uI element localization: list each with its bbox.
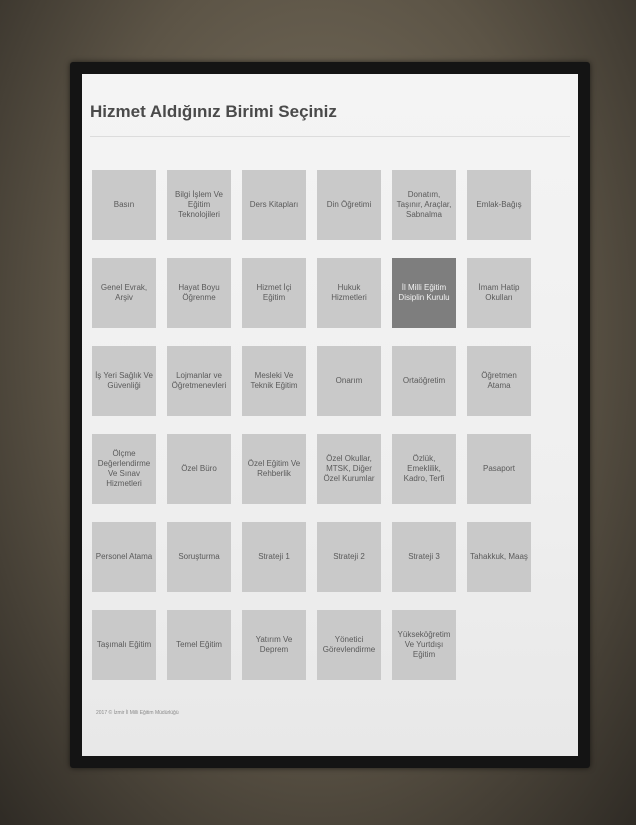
unit-tile[interactable]: Hukuk Hizmetleri <box>317 258 381 328</box>
unit-tile[interactable]: Temel Eğitim <box>167 610 231 680</box>
unit-tile[interactable]: Din Öğretimi <box>317 170 381 240</box>
unit-tile[interactable]: Hizmet İçi Eğitim <box>242 258 306 328</box>
kiosk-screen: Hizmet Aldığınız Birimi Seçiniz Basın Bil… <box>82 74 578 756</box>
unit-tile[interactable]: Hayat Boyu Öğrenme <box>167 258 231 328</box>
unit-tile[interactable]: Özlük, Emeklilik, Kadro, Terfi <box>392 434 456 504</box>
unit-tile[interactable]: Strateji 2 <box>317 522 381 592</box>
unit-tile[interactable]: Özel Eğitim Ve Rehberlik <box>242 434 306 504</box>
unit-tile[interactable]: Özel Büro <box>167 434 231 504</box>
kiosk-frame: Hizmet Aldığınız Birimi Seçiniz Basın Bil… <box>0 0 636 825</box>
unit-tile[interactable]: Personel Atama <box>92 522 156 592</box>
unit-tile[interactable]: Mesleki Ve Teknik Eğitim <box>242 346 306 416</box>
unit-tile[interactable]: Strateji 3 <box>392 522 456 592</box>
unit-tile[interactable]: Genel Evrak, Arşiv <box>92 258 156 328</box>
unit-tile[interactable]: Donatım, Taşınır, Araçlar, Sabnalma <box>392 170 456 240</box>
unit-tile[interactable]: Lojmanlar ve Öğretmenevleri <box>167 346 231 416</box>
unit-tile[interactable]: Basın <box>92 170 156 240</box>
unit-tile[interactable]: Öğretmen Atama <box>467 346 531 416</box>
page-title: Hizmet Aldığınız Birimi Seçiniz <box>90 102 337 121</box>
unit-tile[interactable]: Bilgi İşlem Ve Eğitim Teknolojileri <box>167 170 231 240</box>
unit-tile[interactable]: İş Yeri Sağlık Ve Güvenliği <box>92 346 156 416</box>
unit-tile[interactable]: Özel Okullar, MTSK, Diğer Özel Kurumlar <box>317 434 381 504</box>
unit-tile[interactable]: Yükseköğretim Ve Yurtdışı Eğitim <box>392 610 456 680</box>
footer-copyright: 2017 © İzmir İl Milli Eğitim Müdürlüğü <box>96 710 179 716</box>
unit-tile[interactable]: Ders Kitapları <box>242 170 306 240</box>
title-divider <box>90 136 570 137</box>
unit-tile[interactable]: Ortaöğretim <box>392 346 456 416</box>
unit-tile[interactable]: Strateji 1 <box>242 522 306 592</box>
unit-tile[interactable]: Ölçme Değerlendirme Ve Sınav Hizmetleri <box>92 434 156 504</box>
unit-tile[interactable]: İmam Hatip Okulları <box>467 258 531 328</box>
unit-tile[interactable]: Soruşturma <box>167 522 231 592</box>
unit-tile[interactable]: Taşımalı Eğitim <box>92 610 156 680</box>
unit-tile[interactable]: Yatırım Ve Deprem <box>242 610 306 680</box>
unit-tile-grid: Basın Bilgi İşlem Ve Eğitim Teknolojileri… <box>92 170 542 680</box>
unit-tile[interactable]: Tahakkuk, Maaş <box>467 522 531 592</box>
unit-tile[interactable]: Emlak-Bağış <box>467 170 531 240</box>
unit-tile[interactable]: Yönetici Görevlendirme <box>317 610 381 680</box>
unit-tile[interactable]: İl Milli Eğitim Disiplin Kurulu <box>392 258 456 328</box>
unit-tile[interactable]: Onarım <box>317 346 381 416</box>
unit-tile[interactable]: Pasaport <box>467 434 531 504</box>
